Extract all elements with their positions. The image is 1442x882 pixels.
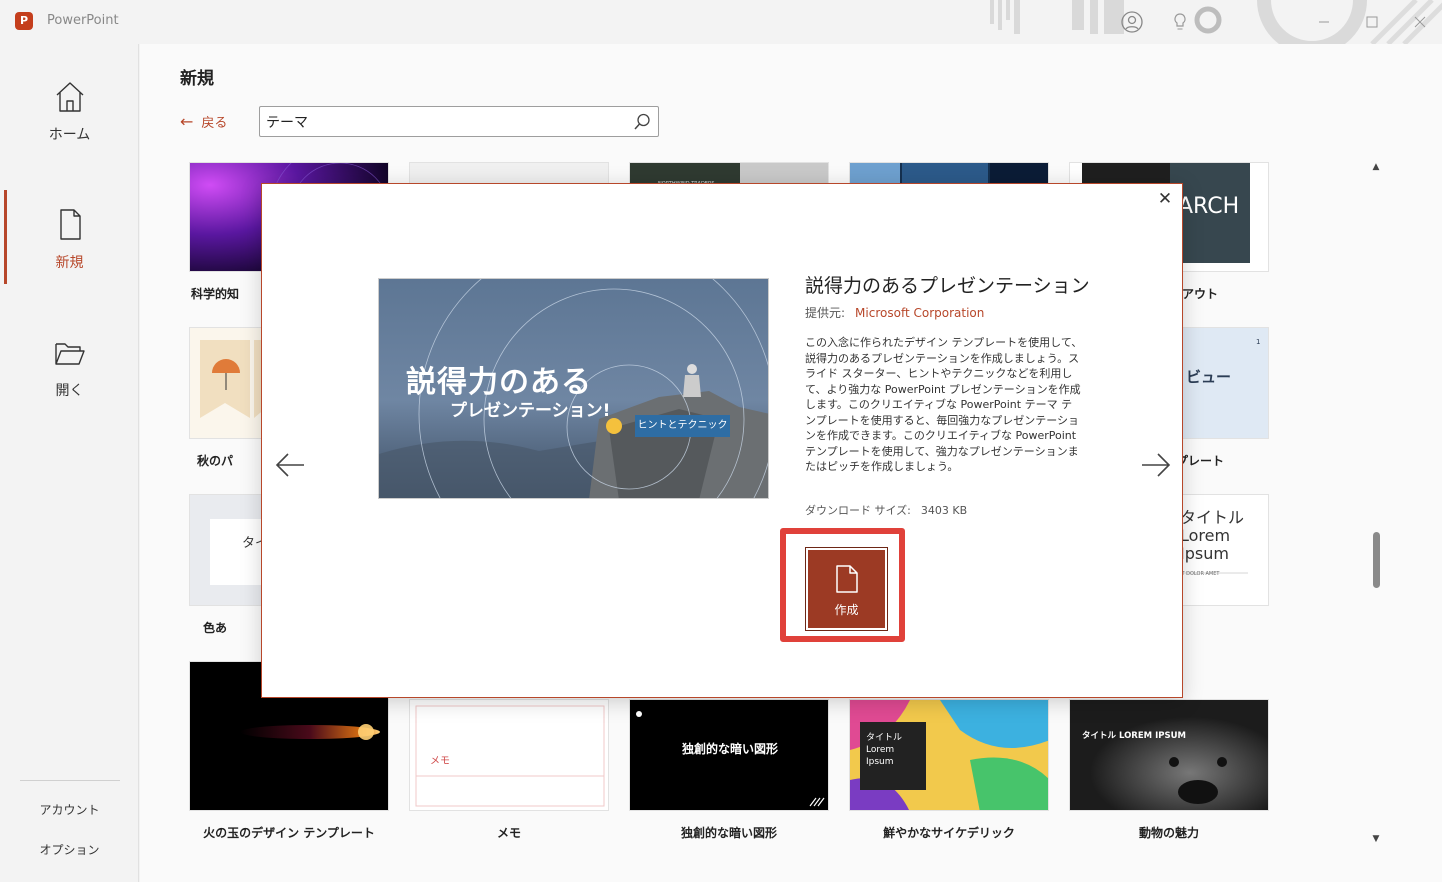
folder-open-icon [54,343,85,365]
template-preview-image: 説得力のある プレゼンテーション! ヒントとテクニック [378,278,769,499]
lightbulb-icon[interactable] [1168,10,1192,34]
new-document-icon [836,565,858,593]
sidebar-item-open[interactable]: 開く [0,336,139,416]
download-size: ダウンロード サイズ: 3403 KB [805,502,967,518]
template-title: 説得力のあるプレゼンテーション [805,275,1090,297]
sidebar: ホーム 新規 開く アカウント オプション [0,44,139,882]
close-icon[interactable]: ✕ [1154,188,1176,210]
template-label[interactable]: メモ [409,824,609,841]
scroll-up-icon[interactable]: ▲ [1370,162,1382,172]
psy-line-1: タイトル [866,732,902,743]
template-thumbnail-animal[interactable]: タイトル LOREM IPSUM [1069,699,1269,811]
download-size-value: 3403 KB [920,504,968,517]
home-icon [56,82,83,112]
template-label[interactable]: 動物の魅力 [1069,824,1269,841]
create-button-label: 作成 [834,603,859,617]
template-label[interactable]: 火の玉のデザイン テンプレート [189,824,389,841]
search-icon[interactable] [632,112,652,132]
back-label: 戻る [201,116,228,131]
download-size-label: ダウンロード サイズ: [805,504,911,517]
sidebar-item-label: ホーム [48,127,91,143]
preview-subtitle: プレゼンテーション! [450,401,611,421]
sidebar-item-new[interactable]: 新規 [0,208,139,288]
page-title: 新規 [180,69,214,89]
restore-icon[interactable] [1360,10,1384,34]
new-file-icon [59,209,81,240]
arch-text: ARCH [1178,194,1239,219]
minimize-icon[interactable] [1312,10,1336,34]
options-link[interactable]: オプション [0,841,139,858]
account-link[interactable]: アカウント [0,801,139,818]
preview-title: 説得力のある [406,365,592,400]
template-description: この入念に作られたデザイン テンプレートを使用して、説得力のあるプレゼンテーショ… [805,336,1083,473]
powerpoint-logo-icon: P [15,12,33,30]
title-bar: P PowerPoint [0,0,1442,44]
preview-tag: ヒントとテクニック [635,415,730,437]
template-scrollbar[interactable]: ▲ ▼ [1369,162,1383,852]
window-close-icon[interactable] [1408,10,1432,34]
sidebar-divider [20,780,120,781]
template-thumbnail-memo[interactable]: メモ [409,699,609,811]
scroll-thumb[interactable] [1373,532,1380,588]
search-input[interactable] [266,112,626,132]
scroll-down-icon[interactable]: ▼ [1370,834,1382,844]
review-page-number: 1 [1256,338,1260,346]
template-preview-dialog: ✕ 説得力のある プレゼンテーション! ヒントとテクニック 説得力のあるプレゼン… [261,183,1183,698]
animal-thumb-text: タイトル LOREM IPSUM [1082,730,1186,741]
previous-arrow-icon[interactable] [274,448,308,482]
title-line-2: Lorem [1180,526,1230,545]
memo-thumb-text: メモ [430,756,450,767]
review-text: ビュー [1186,368,1231,386]
create-button[interactable]: 作成 [805,547,888,631]
app-title: PowerPoint [47,13,119,28]
search-box[interactable] [259,106,659,137]
provider-line: 提供元: Microsoft Corporation [805,304,984,321]
template-thumbnail-dark-shapes[interactable]: 独創的な暗い図形 [629,699,829,811]
sidebar-item-label: 開く [55,383,84,399]
title-line-1: タイトル [1180,508,1244,527]
template-label[interactable]: 鮮やかなサイケデリック [849,824,1049,841]
sidebar-item-label: 新規 [55,255,84,271]
provider-label: 提供元: [805,306,846,320]
back-arrow-icon: ← [180,112,194,131]
account-avatar-icon[interactable] [1120,10,1144,34]
psy-line-2: Lorem [866,745,894,755]
title-subline: IT DOLOR AMET [1180,571,1220,577]
sidebar-item-home[interactable]: ホーム [0,80,139,160]
back-link[interactable]: ← 戻る [180,112,227,131]
title-line-3: Ipsum [1180,544,1229,563]
psy-line-3: Ipsum [866,757,894,767]
provider-value: Microsoft Corporation [855,306,985,320]
next-arrow-icon[interactable] [1138,448,1172,482]
template-thumbnail-psychedelic[interactable]: タイトル Lorem Ipsum [849,699,1049,811]
dark-shapes-thumb-text: 独創的な暗い図形 [681,741,778,756]
template-label[interactable]: 独創的な暗い図形 [629,824,829,841]
